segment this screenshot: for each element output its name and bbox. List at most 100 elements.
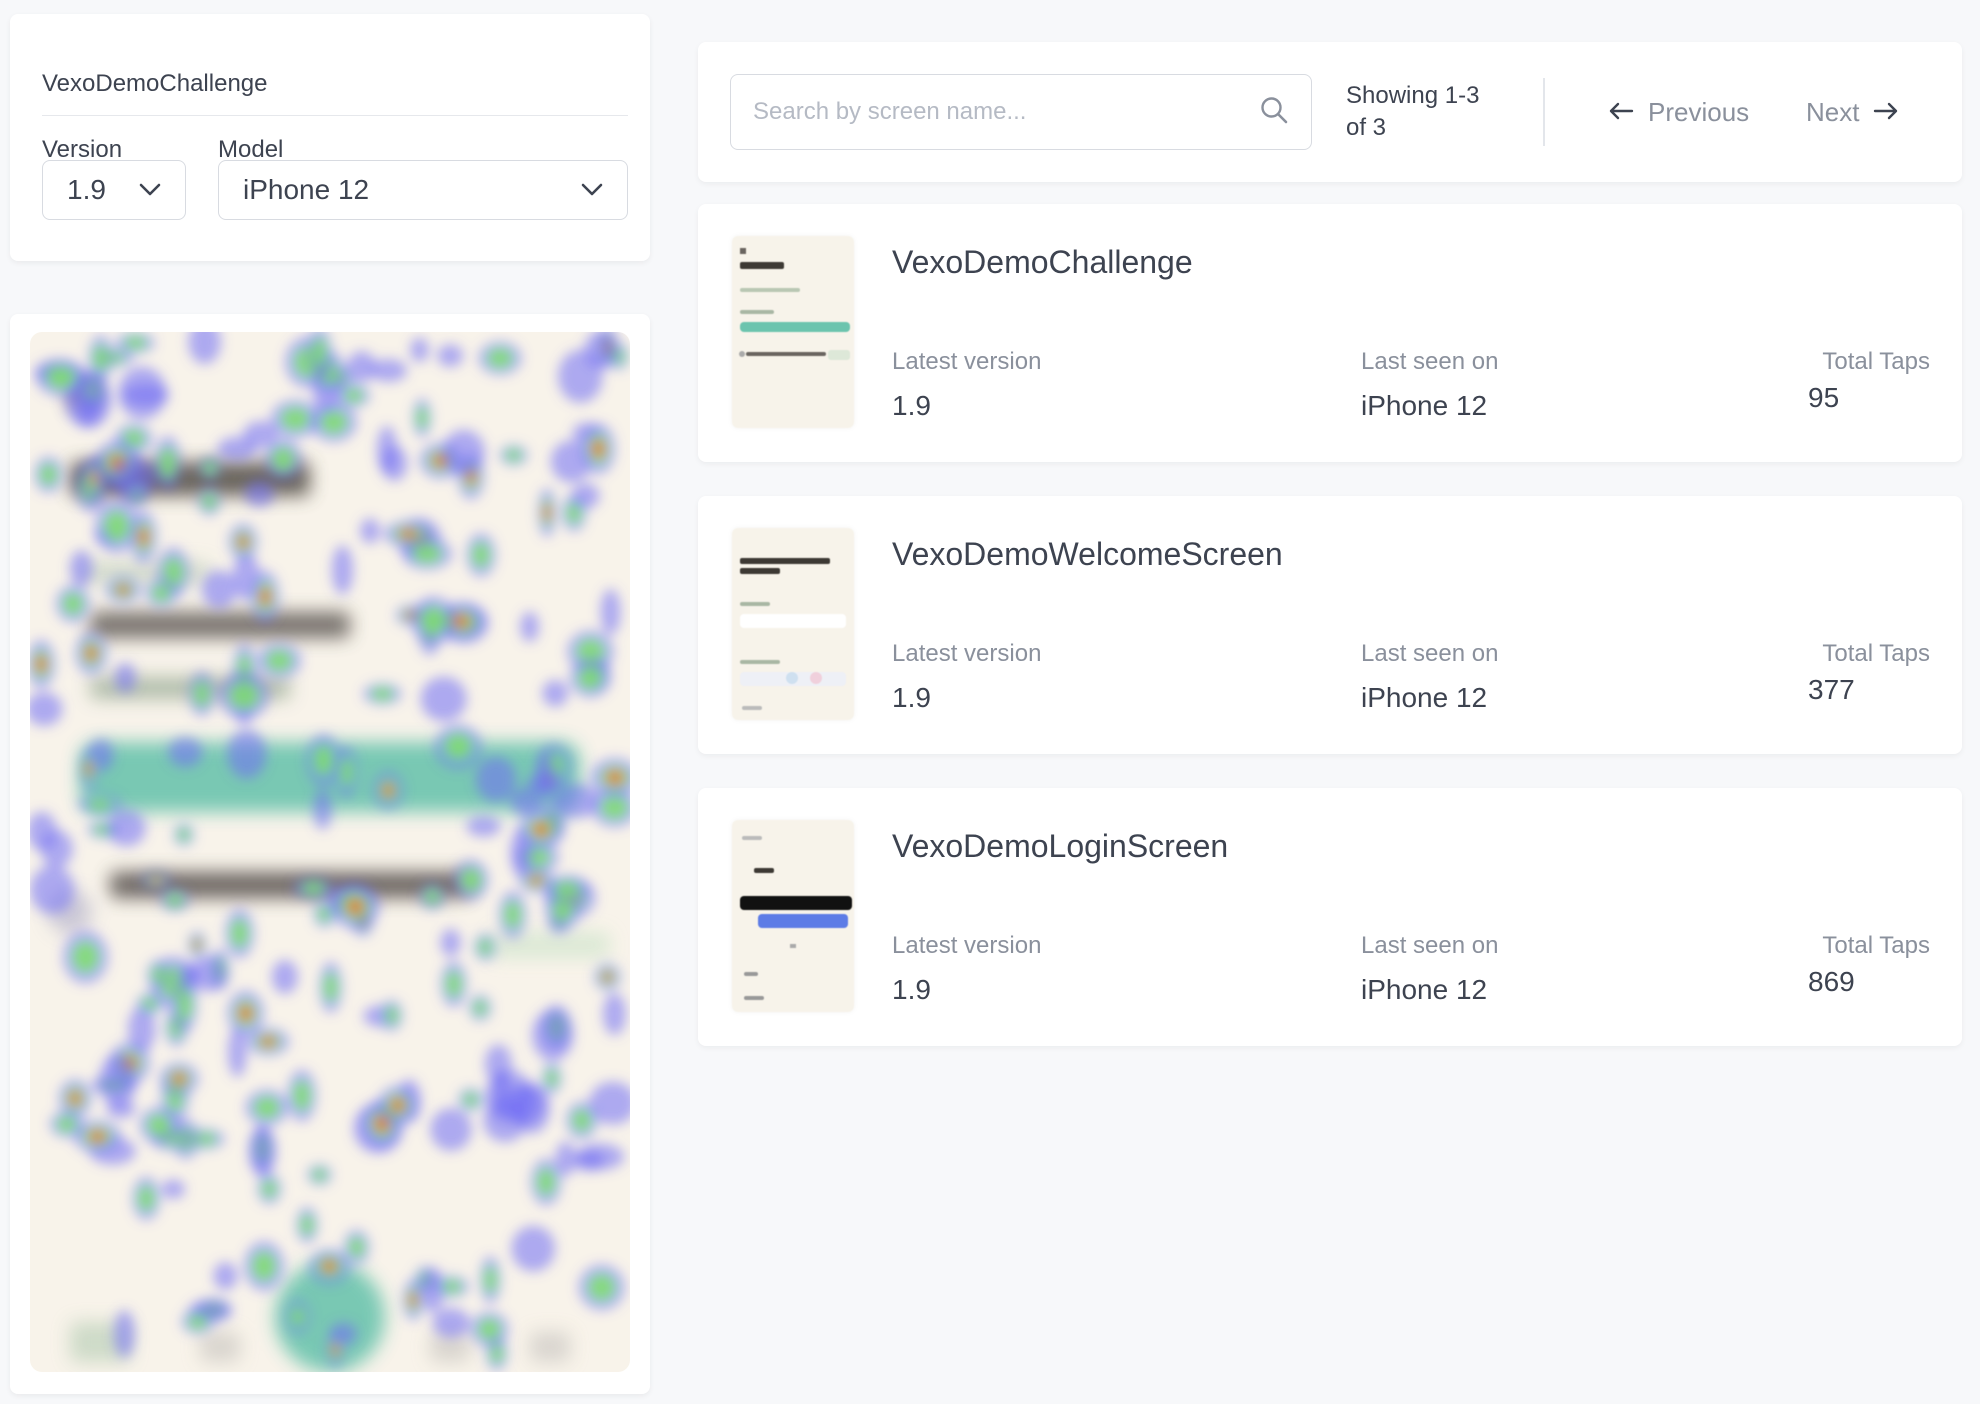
- heat-spot: [213, 1262, 238, 1291]
- heat-spot: [319, 409, 349, 435]
- heat-spot: [384, 1005, 399, 1025]
- heat-spot: [483, 1265, 497, 1295]
- heat-spot: [146, 1114, 172, 1137]
- heat-spot: [161, 1179, 185, 1199]
- model-select[interactable]: iPhone 12: [218, 160, 628, 220]
- previous-page-button[interactable]: Previous: [1608, 90, 1749, 134]
- heat-spot: [301, 881, 326, 895]
- heat-spot: [123, 336, 148, 350]
- heat-spot: [606, 771, 624, 785]
- heat-spot: [584, 332, 616, 369]
- heat-spot: [477, 1318, 502, 1341]
- heat-spot: [69, 1091, 81, 1105]
- screen-card[interactable]: VexoDemoChallenge Latest version 1.9 Las…: [698, 204, 1962, 462]
- heat-spot: [587, 1273, 616, 1302]
- heat-spot: [201, 570, 237, 609]
- search-icon[interactable]: [1259, 95, 1289, 130]
- heat-spot: [478, 938, 493, 956]
- heat-spot: [166, 892, 184, 908]
- heat-spot: [313, 744, 334, 777]
- heat-spot: [532, 1009, 574, 1061]
- heat-spot: [30, 865, 75, 915]
- arrow-right-icon: [1873, 97, 1899, 128]
- heat-spot: [86, 798, 113, 811]
- heat-spot: [168, 737, 203, 768]
- heat-spot: [442, 429, 486, 476]
- latest-version-value: 1.9: [892, 682, 931, 713]
- model-select-value: iPhone 12: [243, 174, 370, 205]
- heat-spot: [603, 972, 612, 982]
- heat-spot: [65, 375, 112, 429]
- heat-spot: [348, 1236, 365, 1258]
- next-label: Next: [1806, 96, 1860, 127]
- heat-spot: [106, 1099, 136, 1119]
- search-input[interactable]: [753, 98, 1259, 126]
- heat-spot: [36, 655, 46, 673]
- heat-spot: [89, 1131, 106, 1143]
- heatmap-image: [30, 332, 630, 1372]
- heat-spot: [370, 687, 395, 701]
- heat-spot: [290, 1306, 306, 1328]
- heat-spot: [552, 881, 581, 898]
- latest-version-label: Latest version: [892, 932, 1042, 959]
- version-select[interactable]: 1.9: [42, 160, 186, 220]
- total-taps-label: Total Taps: [1822, 932, 1930, 959]
- heat-spot: [432, 1307, 470, 1338]
- heat-spot: [62, 592, 84, 616]
- heat-spot: [577, 666, 603, 690]
- heat-spot: [475, 756, 517, 803]
- heat-spot: [85, 762, 93, 776]
- heat-spot: [492, 1071, 512, 1113]
- heat-spot: [441, 1279, 463, 1294]
- heat-spot: [511, 1225, 556, 1272]
- latest-version-value: 1.9: [892, 974, 931, 1005]
- screen-list-toolbar: Showing 1-3 of 3 Previous Next: [698, 42, 1962, 182]
- heat-spot: [106, 809, 146, 847]
- heat-spot: [244, 480, 275, 508]
- heat-spot: [227, 729, 267, 779]
- screen-card[interactable]: VexoDemoLoginScreen Latest version 1.9 L…: [698, 788, 1962, 1046]
- screen-name: VexoDemoChallenge: [892, 244, 1193, 280]
- heat-spot: [260, 587, 270, 606]
- search-box[interactable]: [730, 74, 1312, 150]
- screen-thumbnail: [732, 236, 854, 428]
- heat-spot: [445, 969, 462, 999]
- heat-spot: [317, 905, 332, 923]
- total-taps-label: Total Taps: [1822, 348, 1930, 375]
- heat-spot: [600, 795, 629, 820]
- heat-spot: [230, 918, 249, 949]
- heat-spot: [339, 756, 354, 788]
- heat-spot: [85, 646, 97, 661]
- latest-version-value: 1.9: [892, 390, 931, 421]
- heat-spot: [151, 965, 165, 984]
- divider: [42, 115, 628, 116]
- heat-spot: [159, 446, 177, 480]
- heat-spot: [416, 405, 428, 430]
- heat-spot: [343, 388, 364, 403]
- total-taps-value: 95: [1808, 382, 1840, 413]
- heat-spot: [526, 774, 558, 793]
- next-page-button[interactable]: Next: [1806, 90, 1899, 134]
- heat-spot: [265, 649, 293, 672]
- heat-spot: [420, 605, 448, 636]
- heat-spot: [56, 1115, 78, 1133]
- heat-spot: [504, 900, 522, 930]
- heat-spot: [460, 867, 482, 893]
- heat-spot: [71, 940, 100, 974]
- heat-spot: [572, 483, 600, 509]
- chevron-down-icon: [139, 183, 161, 197]
- heat-spot: [93, 344, 108, 373]
- previous-label: Previous: [1648, 96, 1750, 127]
- selected-screen-title: VexoDemoChallenge: [42, 70, 268, 97]
- heat-spot: [331, 545, 354, 595]
- heat-spot: [292, 1079, 311, 1112]
- heat-spot: [471, 541, 491, 569]
- screen-card[interactable]: VexoDemoWelcomeScreen Latest version 1.9…: [698, 496, 1962, 754]
- heat-spot: [542, 679, 569, 707]
- heat-spot: [533, 822, 549, 836]
- heat-spot: [172, 1073, 186, 1085]
- heat-spot: [217, 436, 258, 462]
- heat-spot: [238, 535, 248, 549]
- heat-spot: [312, 1168, 328, 1182]
- heat-spot: [329, 1322, 357, 1345]
